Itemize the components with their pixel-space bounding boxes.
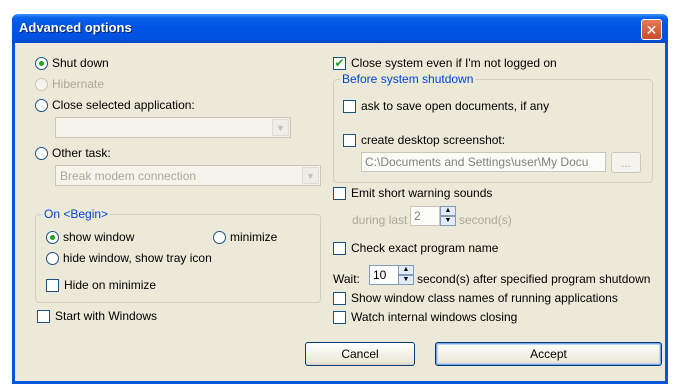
wait-seconds-value: 10 bbox=[373, 268, 387, 282]
minimize-radio[interactable] bbox=[213, 230, 226, 244]
spin-up-icon[interactable]: ▲ bbox=[440, 206, 456, 216]
hide-window-label: hide window, show tray icon bbox=[63, 251, 212, 265]
wait-seconds-spinner[interactable]: ▲ ▼ bbox=[398, 265, 414, 285]
cancel-button[interactable]: Cancel bbox=[305, 342, 415, 366]
wait-seconds-field[interactable]: 10 bbox=[369, 265, 399, 285]
warning-sounds-checkbox[interactable] bbox=[333, 186, 346, 200]
before-shutdown-legend: Before system shutdown bbox=[340, 72, 476, 86]
minimize-label: minimize bbox=[230, 230, 278, 244]
close-app-option[interactable]: Close selected application: bbox=[35, 98, 195, 112]
warning-seconds-spinner[interactable]: ▲ ▼ bbox=[440, 206, 456, 226]
watch-closing-label: Watch internal windows closing bbox=[351, 310, 518, 324]
warning-seconds-field[interactable]: 2 bbox=[410, 206, 440, 226]
hibernate-radio bbox=[35, 77, 48, 91]
spin-up-icon[interactable]: ▲ bbox=[398, 265, 414, 275]
hide-window-option[interactable]: hide window, show tray icon bbox=[46, 251, 212, 265]
start-with-windows-checkbox[interactable] bbox=[37, 309, 50, 323]
other-task-option[interactable]: Other task: bbox=[35, 146, 111, 160]
chevron-down-icon: ▼ bbox=[272, 119, 289, 136]
window-title: Advanced options bbox=[19, 20, 132, 35]
show-window-option[interactable]: show window bbox=[46, 230, 134, 244]
wait-suffix: second(s) after specified program shutdo… bbox=[417, 272, 651, 286]
check-icon: ✔ bbox=[334, 55, 345, 70]
create-screenshot-label: create desktop screenshot: bbox=[361, 133, 506, 147]
screenshot-path-value: C:\Documents and Settings\user\My Docu bbox=[365, 155, 589, 169]
show-class-names-checkbox[interactable] bbox=[333, 291, 346, 305]
shutdown-option[interactable]: Shut down bbox=[35, 56, 109, 70]
check-exact-checkbox[interactable] bbox=[333, 241, 346, 255]
close-button[interactable]: ✕ bbox=[641, 19, 662, 40]
show-window-label: show window bbox=[63, 230, 135, 244]
show-class-names-option[interactable]: Show window class names of running appli… bbox=[333, 291, 618, 305]
close-icon: ✕ bbox=[645, 21, 658, 38]
warning-sounds-label: Emit short warning sounds bbox=[351, 186, 493, 200]
other-task-label: Other task: bbox=[52, 146, 111, 160]
hibernate-label: Hibernate bbox=[52, 77, 105, 91]
hide-on-minimize-label: Hide on minimize bbox=[64, 278, 157, 292]
close-system-checkbox[interactable]: ✔ bbox=[333, 55, 346, 70]
browse-button[interactable]: ... bbox=[611, 152, 641, 173]
spin-down-icon[interactable]: ▼ bbox=[440, 216, 456, 226]
hide-on-minimize-option[interactable]: Hide on minimize bbox=[46, 278, 156, 292]
check-exact-label: Check exact program name bbox=[351, 241, 499, 255]
close-app-label: Close selected application: bbox=[52, 98, 195, 112]
create-screenshot-checkbox[interactable] bbox=[343, 133, 356, 147]
warning-seconds-value: 2 bbox=[414, 209, 421, 223]
spin-down-icon[interactable]: ▼ bbox=[398, 275, 414, 285]
warning-seconds-unit: second(s) bbox=[459, 213, 512, 227]
start-with-windows-option[interactable]: Start with Windows bbox=[37, 309, 157, 323]
create-screenshot-option[interactable]: create desktop screenshot: bbox=[343, 133, 505, 147]
other-task-radio[interactable] bbox=[35, 146, 48, 160]
shutdown-label: Shut down bbox=[52, 56, 109, 70]
close-app-radio[interactable] bbox=[35, 98, 48, 112]
close-system-option[interactable]: ✔ Close system even if I'm not logged on bbox=[333, 56, 557, 70]
watch-closing-checkbox[interactable] bbox=[333, 310, 346, 324]
other-task-select: Break modem connection ▼ bbox=[55, 165, 321, 186]
show-class-names-label: Show window class names of running appli… bbox=[351, 291, 618, 305]
ask-save-checkbox[interactable] bbox=[343, 99, 356, 113]
title-bar[interactable]: Advanced options ✕ bbox=[12, 14, 668, 43]
close-app-select: ▼ bbox=[55, 117, 291, 138]
check-exact-option[interactable]: Check exact program name bbox=[333, 241, 498, 255]
warning-sounds-option[interactable]: Emit short warning sounds bbox=[333, 186, 492, 200]
start-with-windows-label: Start with Windows bbox=[55, 309, 158, 323]
browse-label: ... bbox=[620, 155, 631, 170]
watch-closing-option[interactable]: Watch internal windows closing bbox=[333, 310, 517, 324]
hibernate-option: Hibernate bbox=[35, 77, 104, 91]
show-window-radio[interactable] bbox=[46, 230, 59, 244]
advanced-options-dialog: Advanced options ✕ Shut down Hibernate C… bbox=[12, 14, 668, 384]
ask-save-label: ask to save open documents, if any bbox=[361, 99, 550, 113]
screenshot-path-field[interactable]: C:\Documents and Settings\user\My Docu bbox=[361, 152, 606, 172]
other-task-value: Break modem connection bbox=[60, 169, 197, 183]
on-begin-legend: On <Begin> bbox=[42, 207, 111, 221]
minimize-option[interactable]: minimize bbox=[213, 230, 277, 244]
chevron-down-icon: ▼ bbox=[302, 167, 319, 184]
accept-button[interactable]: Accept bbox=[435, 342, 662, 366]
hide-on-minimize-checkbox[interactable] bbox=[46, 278, 59, 292]
ask-save-option[interactable]: ask to save open documents, if any bbox=[343, 99, 549, 113]
hide-window-radio[interactable] bbox=[46, 251, 59, 265]
wait-label: Wait: bbox=[333, 272, 360, 286]
close-system-label: Close system even if I'm not logged on bbox=[351, 56, 557, 70]
during-last-label: during last bbox=[352, 213, 408, 227]
accept-label: Accept bbox=[530, 347, 567, 361]
shutdown-radio[interactable] bbox=[35, 56, 48, 70]
cancel-label: Cancel bbox=[341, 347, 379, 361]
